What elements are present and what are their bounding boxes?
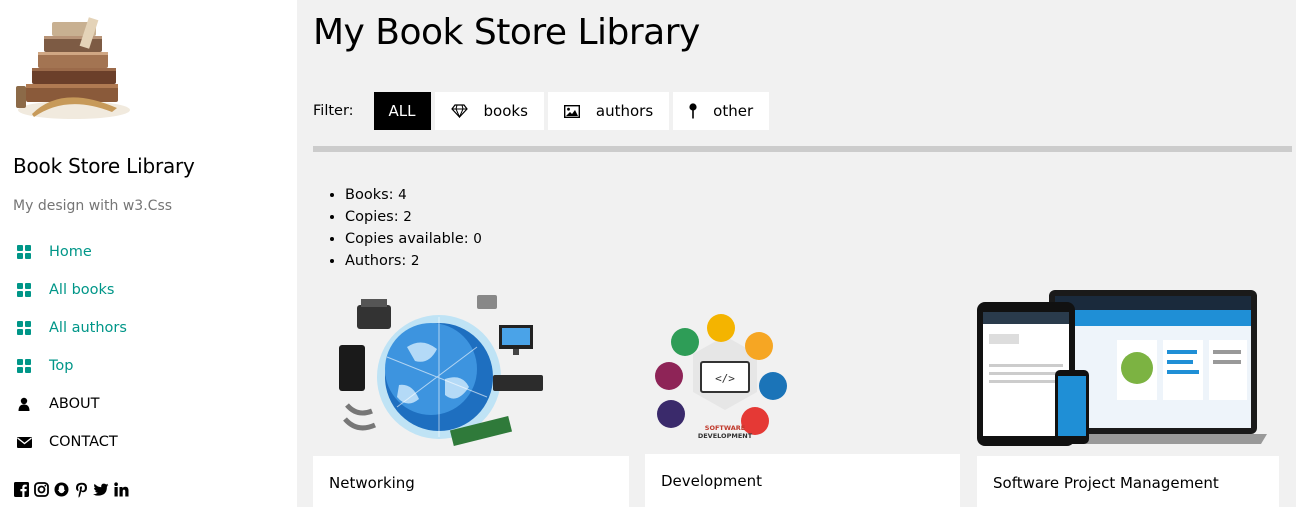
sidebar-item-label: ABOUT bbox=[49, 396, 100, 412]
filter-all-button[interactable]: ALL bbox=[373, 92, 431, 130]
sidebar-item-label: All authors bbox=[49, 320, 127, 336]
grid-icon bbox=[15, 319, 33, 337]
photo-icon bbox=[563, 104, 580, 118]
card-title: Development bbox=[661, 472, 762, 490]
svg-text:DEVELOPMENT: DEVELOPMENT bbox=[698, 432, 753, 440]
main-content: My Book Store Library Filter: ALL books … bbox=[297, 0, 1296, 507]
sidebar-item-all-books[interactable]: All books bbox=[0, 271, 297, 309]
book-card[interactable]: Software Project Management bbox=[977, 456, 1279, 507]
stat-copies: Copies: 2 bbox=[345, 206, 482, 228]
section-divider bbox=[313, 146, 1292, 152]
sidebar-item-label: Home bbox=[49, 244, 92, 260]
svg-text:</>: </> bbox=[715, 372, 735, 385]
filter-authors-button[interactable]: authors bbox=[547, 92, 670, 130]
snapchat-icon[interactable] bbox=[53, 481, 69, 498]
book-card[interactable]: Networking bbox=[313, 456, 629, 507]
map-pin-icon bbox=[689, 103, 697, 119]
grid-icon bbox=[15, 281, 33, 299]
stat-books: Books: 4 bbox=[345, 184, 482, 206]
pinterest-icon[interactable] bbox=[73, 481, 89, 498]
sidebar-item-about[interactable]: ABOUT bbox=[0, 385, 297, 423]
sidebar-item-home[interactable]: Home bbox=[0, 233, 297, 271]
sidebar-item-label: All books bbox=[49, 282, 115, 298]
sidebar-nav: Home All books All authors Top ABOUT CON… bbox=[0, 233, 297, 461]
diamond-icon bbox=[450, 104, 468, 118]
filter-button-label: other bbox=[713, 102, 754, 120]
social-links bbox=[13, 481, 129, 498]
filter-button-label: books bbox=[483, 102, 528, 120]
facebook-icon[interactable] bbox=[13, 481, 29, 498]
grid-icon bbox=[15, 243, 33, 261]
sidebar-item-top[interactable]: Top bbox=[0, 347, 297, 385]
filter-bar: Filter: ALL books authors other bbox=[313, 92, 773, 130]
site-subtitle: My design with w3.Css bbox=[13, 198, 173, 214]
library-stats: Books: 4 Copies: 2 Copies available: 0 A… bbox=[345, 184, 482, 272]
book-card[interactable]: Development bbox=[645, 454, 960, 507]
project-management-image[interactable] bbox=[977, 288, 1267, 458]
stat-copies-available: Copies available: 0 bbox=[345, 228, 482, 250]
filter-label: Filter: bbox=[313, 103, 354, 119]
envelope-icon bbox=[15, 433, 33, 451]
grid-icon bbox=[15, 357, 33, 375]
card-title: Networking bbox=[329, 474, 415, 492]
filter-books-button[interactable]: books bbox=[434, 92, 544, 130]
sidebar-item-label: Top bbox=[49, 358, 74, 374]
user-icon bbox=[15, 395, 33, 413]
page-title: My Book Store Library bbox=[313, 12, 700, 53]
sidebar-item-label: CONTACT bbox=[49, 434, 118, 450]
filter-other-button[interactable]: other bbox=[673, 92, 770, 130]
development-image[interactable]: </> SOFTWARE DEVELOPMENT bbox=[645, 306, 805, 441]
site-title: Book Store Library bbox=[13, 154, 195, 178]
filter-button-label: ALL bbox=[388, 102, 416, 120]
twitter-icon[interactable] bbox=[93, 481, 109, 498]
svg-text:SOFTWARE: SOFTWARE bbox=[705, 424, 745, 432]
linkedin-icon[interactable] bbox=[113, 481, 129, 498]
stat-authors: Authors: 2 bbox=[345, 250, 482, 272]
card-title: Software Project Management bbox=[993, 474, 1219, 492]
sidebar-item-contact[interactable]: CONTACT bbox=[0, 423, 297, 461]
filter-button-label: authors bbox=[595, 102, 654, 120]
networking-image[interactable] bbox=[327, 287, 552, 457]
sidebar: Book Store Library My design with w3.Css… bbox=[0, 0, 297, 507]
sidebar-item-all-authors[interactable]: All authors bbox=[0, 309, 297, 347]
instagram-icon[interactable] bbox=[33, 481, 49, 498]
book-stack-logo bbox=[12, 14, 134, 122]
